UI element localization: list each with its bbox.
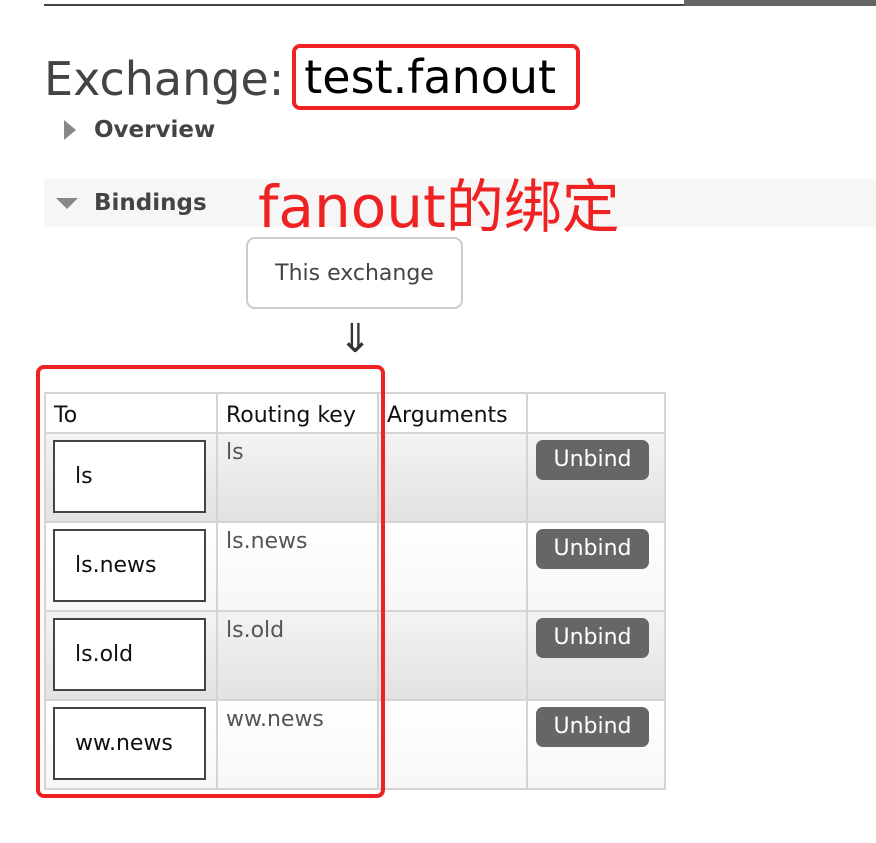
queue-link[interactable]: ww.news (53, 707, 206, 780)
cell-arguments (377, 432, 528, 523)
table-row: ls.news ls.news Unbind (44, 521, 666, 612)
down-arrow-icon: ⇓ (338, 316, 372, 362)
expand-triangle-icon (64, 120, 76, 140)
unbind-button[interactable]: Unbind (536, 707, 649, 747)
queue-link[interactable]: ls (53, 440, 206, 513)
top-divider (44, 4, 684, 6)
cell-arguments (377, 699, 528, 790)
routing-key-text: ls.news (226, 529, 308, 554)
cell-action: Unbind (526, 699, 666, 790)
table-row: ls ls Unbind (44, 432, 666, 523)
routing-key-text: ls (226, 440, 244, 465)
cell-routing-key: ls.old (216, 610, 379, 701)
queue-link[interactable]: ls.old (53, 618, 206, 691)
unbind-button[interactable]: Unbind (536, 529, 649, 569)
unbind-button[interactable]: Unbind (536, 440, 649, 480)
cell-to: ls.old (44, 610, 218, 701)
routing-key-text: ww.news (226, 707, 324, 732)
annotation-text: fanout的绑定 (258, 173, 620, 241)
cell-routing-key: ls (216, 432, 379, 523)
collapse-triangle-icon (56, 197, 78, 209)
routing-key-text: ls.old (226, 618, 285, 643)
cell-to: ww.news (44, 699, 218, 790)
column-header-routing-key: Routing key (216, 392, 379, 434)
top-nav-edge (684, 0, 876, 6)
section-overview-label: Overview (94, 117, 216, 143)
cell-action: Unbind (526, 610, 666, 701)
section-bindings-label: Bindings (94, 190, 207, 216)
queue-link[interactable]: ls.news (53, 529, 206, 602)
column-header-action (526, 392, 666, 434)
cell-to: ls (44, 432, 218, 523)
unbind-button[interactable]: Unbind (536, 618, 649, 658)
table-row: ww.news ww.news Unbind (44, 699, 666, 790)
bindings-table: To Routing key Arguments ls ls Unbind ls… (44, 392, 666, 790)
page-title-label: Exchange: (44, 52, 285, 106)
exchange-name: test.fanout (292, 44, 581, 110)
column-header-to: To (44, 392, 218, 434)
cell-arguments (377, 521, 528, 612)
cell-action: Unbind (526, 521, 666, 612)
section-overview-toggle[interactable]: Overview (44, 106, 876, 154)
cell-routing-key: ww.news (216, 699, 379, 790)
table-header-row: To Routing key Arguments (44, 392, 666, 434)
cell-action: Unbind (526, 432, 666, 523)
page-title: Exchange: test.fanout (44, 44, 581, 112)
this-exchange-box: This exchange (246, 237, 463, 309)
cell-to: ls.news (44, 521, 218, 612)
column-header-arguments: Arguments (377, 392, 528, 434)
table-row: ls.old ls.old Unbind (44, 610, 666, 701)
cell-arguments (377, 610, 528, 701)
cell-routing-key: ls.news (216, 521, 379, 612)
